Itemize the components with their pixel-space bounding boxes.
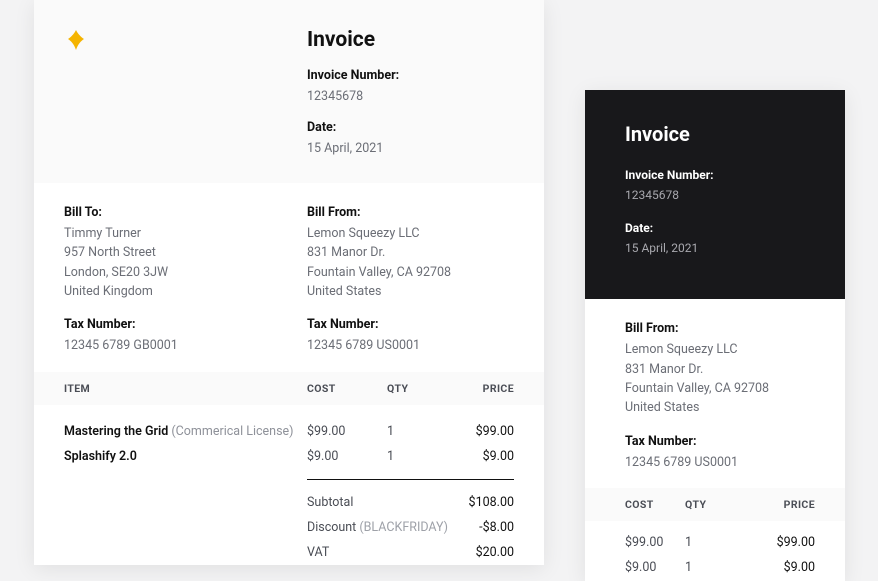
bill-from-tax: 12345 6789 US0001 [625, 453, 815, 472]
col-qty: QTY [685, 498, 740, 511]
totals: Subtotal $108.00 Discount (BLACKFRIDAY) … [307, 479, 514, 565]
item-name: Splashify 2.0 [64, 449, 137, 464]
vat-value: $20.00 [476, 545, 514, 560]
brand-logo-icon [64, 28, 88, 52]
bill-from-name: Lemon Squeezy LLC [307, 224, 514, 243]
line-item: Splashify 2.0 $9.00 1 $9.00 [64, 444, 514, 469]
bill-from-line2: Fountain Valley, CA 92708 [307, 263, 514, 282]
col-price: PRICE [740, 498, 815, 511]
item-price: $9.00 [457, 449, 514, 464]
bill-from-line1: 831 Manor Dr. [307, 243, 514, 262]
item-name: Mastering the Grid [64, 424, 168, 439]
bill-from-line2: Fountain Valley, CA 92708 [625, 379, 815, 398]
item-price: $9.00 [740, 560, 815, 575]
bill-from-tax-label: Tax Number: [307, 317, 514, 332]
item-cost: $9.00 [625, 560, 685, 575]
col-cost: COST [625, 498, 685, 511]
item-qty: 1 [387, 424, 457, 439]
line-items: Mastering the Grid (Commerical License) … [64, 405, 514, 479]
invoice-number: 12345678 [307, 87, 514, 106]
invoice-title: Invoice [307, 28, 514, 52]
line-item: Mastering the Grid (Commerical License) … [64, 419, 514, 444]
item-note: (Commerical License) [171, 424, 293, 439]
item-price: $99.00 [740, 535, 815, 550]
invoice-number-label: Invoice Number: [625, 168, 815, 182]
bill-from-tax: 12345 6789 US0001 [307, 336, 514, 355]
invoice-header: Invoice Invoice Number: 12345678 Date: 1… [34, 0, 544, 183]
bill-to-label: Bill To: [64, 205, 307, 220]
col-qty: QTY [387, 382, 457, 395]
invoice-card-light: Invoice Invoice Number: 12345678 Date: 1… [34, 0, 544, 565]
item-price: $99.00 [457, 424, 514, 439]
bill-to-tax: 12345 6789 GB0001 [64, 336, 307, 355]
invoice-number: 12345678 [625, 186, 815, 205]
invoice-number-label: Invoice Number: [307, 68, 514, 83]
invoice-date-label: Date: [307, 120, 514, 135]
bill-from-country: United States [307, 282, 514, 301]
item-qty: 1 [387, 449, 457, 464]
subtotal-value: $108.00 [469, 495, 514, 510]
invoice-title: Invoice [625, 122, 815, 146]
col-price: PRICE [457, 382, 514, 395]
bill-to-name: Timmy Turner [64, 224, 307, 243]
invoice-date-label: Date: [625, 221, 815, 235]
bill-from-tax-label: Tax Number: [625, 434, 815, 449]
line-item: $9.00 1 $9.00 [625, 556, 815, 581]
item-cost: $9.00 [307, 449, 387, 464]
subtotal-label: Subtotal [307, 495, 469, 510]
line-items-header: ITEM COST QTY PRICE [34, 372, 544, 405]
line-items-header: COST QTY PRICE [585, 488, 845, 521]
discount-label: Discount [307, 520, 356, 535]
invoice-date: 15 April, 2021 [307, 139, 514, 158]
bill-from-country: United States [625, 398, 815, 417]
item-qty: 1 [685, 535, 740, 550]
item-cost: $99.00 [307, 424, 387, 439]
bill-to-line1: 957 North Street [64, 243, 307, 262]
bill-from-line1: 831 Manor Dr. [625, 360, 815, 379]
col-item: ITEM [64, 382, 307, 395]
line-item: $99.00 1 $99.00 [625, 521, 815, 556]
bill-from-label: Bill From: [625, 321, 815, 336]
invoice-date: 15 April, 2021 [625, 239, 815, 258]
bill-to-tax-label: Tax Number: [64, 317, 307, 332]
item-cost: $99.00 [625, 535, 685, 550]
discount-value: -$8.00 [479, 520, 514, 535]
invoice-header-dark: Invoice Invoice Number: 12345678 Date: 1… [585, 90, 845, 299]
vat-label: VAT [307, 545, 476, 560]
col-cost: COST [307, 382, 387, 395]
bill-from-name: Lemon Squeezy LLC [625, 340, 815, 359]
bill-from-label: Bill From: [307, 205, 514, 220]
discount-note: (BLACKFRIDAY) [359, 520, 448, 535]
invoice-card-dark: Invoice Invoice Number: 12345678 Date: 1… [585, 90, 845, 581]
bill-to-line2: London, SE20 3JW [64, 263, 307, 282]
item-qty: 1 [685, 560, 740, 575]
bill-to-country: United Kingdom [64, 282, 307, 301]
